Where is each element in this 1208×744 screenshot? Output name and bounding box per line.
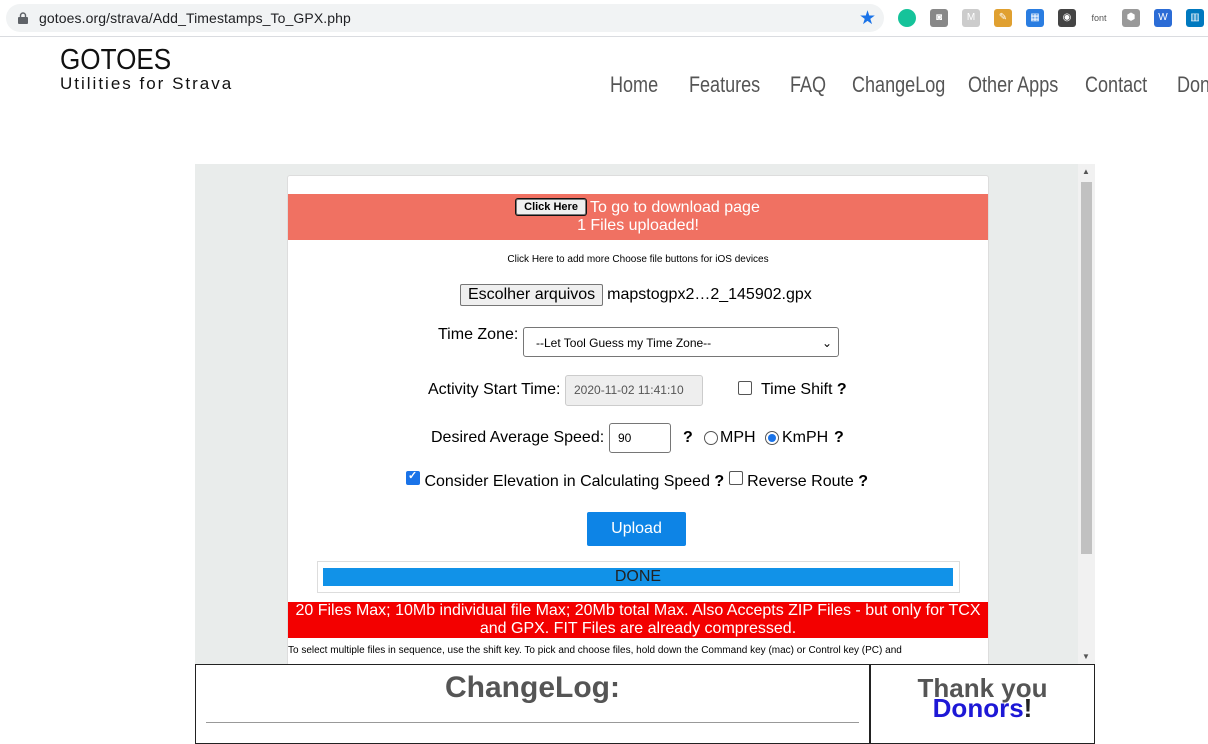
kmph-radio[interactable]	[765, 431, 779, 445]
blue-square-extension-icon[interactable]: ▦	[1026, 9, 1044, 27]
nav-contact[interactable]: Contact	[1085, 72, 1147, 98]
banner-text: To go to download page	[589, 199, 760, 216]
scroll-up-arrow-icon[interactable]: ▲	[1082, 167, 1090, 176]
paint-extension-icon[interactable]: ✎	[994, 9, 1012, 27]
nav-features[interactable]: Features	[689, 72, 760, 98]
mph-radio[interactable]	[704, 431, 718, 445]
file-limits-note: 20 Files Max; 10Mb individual file Max; …	[288, 602, 988, 638]
elevation-help-icon[interactable]: ?	[714, 473, 724, 490]
progress-bar: DONE	[323, 568, 953, 586]
unit-help-icon[interactable]: ?	[834, 429, 844, 447]
trello-icon[interactable]: ▥	[1186, 9, 1204, 27]
chevron-down-icon: ⌄	[821, 336, 832, 350]
mph-label: MPH	[720, 429, 756, 446]
url-text[interactable]: gotoes.org/strava/Add_Timestamps_To_GPX.…	[39, 10, 351, 26]
nav-home[interactable]: Home	[610, 72, 658, 98]
w-extension-icon[interactable]: W	[1154, 9, 1172, 27]
browser-toolbar: gotoes.org/strava/Add_Timestamps_To_GPX.…	[0, 0, 1208, 37]
upload-status-banner: Click Here To go to download page 1 Files…	[288, 194, 988, 240]
chosen-file-name: mapstogpx2…2_145902.gpx	[607, 286, 812, 303]
changelog-divider	[206, 722, 859, 723]
mask-extension-icon[interactable]: ◉	[1058, 9, 1076, 27]
timezone-label: Time Zone:	[438, 326, 519, 343]
site-logo[interactable]: GOTOES Utilities for Strava	[60, 44, 233, 92]
address-bar[interactable]: gotoes.org/strava/Add_Timestamps_To_GPX.…	[6, 4, 884, 32]
donors-panel: Thank you Donors!	[870, 664, 1095, 744]
donors-link[interactable]: Donors	[933, 693, 1024, 723]
elevation-label: Consider Elevation in Calculating Speed	[424, 473, 710, 490]
changelog-title: ChangeLog:	[445, 671, 620, 704]
upload-form-card: Click Here To go to download page 1 Files…	[287, 175, 989, 664]
m-extension-icon[interactable]: M	[962, 9, 980, 27]
timezone-selected-value: --Let Tool Guess my Time Zone--	[536, 336, 712, 350]
speed-help-icon[interactable]: ?	[683, 429, 693, 447]
logo-subtitle: Utilities for Strava	[60, 74, 234, 93]
nav-other-apps[interactable]: Other Apps	[968, 72, 1058, 98]
scrollbar-thumb[interactable]	[1081, 182, 1092, 554]
choose-files-button[interactable]: Escolher arquivos	[460, 284, 604, 306]
frame-scrollbar[interactable]: ▲ ▼	[1078, 164, 1095, 664]
nav-changelog[interactable]: ChangeLog	[852, 72, 945, 98]
scroll-down-arrow-icon[interactable]: ▼	[1082, 652, 1090, 661]
changelog-panel: ChangeLog:	[195, 664, 870, 744]
speed-input[interactable]: 90	[609, 423, 671, 453]
font-extension-icon[interactable]: font	[1090, 9, 1108, 27]
bookmark-star-icon[interactable]: ★	[859, 7, 876, 30]
nav-donate[interactable]: Dona	[1177, 72, 1208, 98]
hexagon-extension-icon[interactable]: ⬢	[1122, 9, 1140, 27]
progress-container: DONE	[317, 561, 960, 593]
logo-title: GOTOES	[60, 44, 172, 76]
elevation-checkbox[interactable]	[406, 469, 420, 485]
camera-icon[interactable]: ◙	[930, 9, 948, 27]
speed-label: Desired Average Speed:	[431, 429, 605, 446]
reverse-route-label: Reverse Route	[747, 473, 854, 490]
grammarly-icon[interactable]	[898, 9, 916, 27]
nav-faq[interactable]: FAQ	[790, 72, 826, 98]
tool-frame: Click Here To go to download page 1 Files…	[195, 164, 1095, 664]
time-shift-help-icon[interactable]: ?	[837, 381, 847, 398]
ios-add-buttons-link[interactable]: Click Here to add more Choose file butto…	[288, 254, 988, 265]
kmph-label: KmPH	[782, 429, 829, 446]
reverse-help-icon[interactable]: ?	[858, 473, 868, 490]
options-row: Consider Elevation in Calculating Speed …	[406, 469, 868, 491]
start-time-input[interactable]: 2020-11-02 11:41:10	[565, 375, 703, 406]
file-chooser-row: Escolher arquivos mapstogpx2…2_145902.gpx	[460, 284, 812, 306]
reverse-route-checkbox[interactable]	[728, 471, 743, 485]
timezone-select[interactable]: --Let Tool Guess my Time Zone-- ⌄	[523, 327, 839, 357]
upload-button[interactable]: Upload	[587, 512, 686, 546]
go-to-download-button[interactable]: Click Here	[516, 199, 586, 215]
thanks-exclamation: !	[1023, 693, 1033, 723]
files-uploaded-text: 1 Files uploaded!	[577, 217, 699, 234]
lock-icon[interactable]	[18, 12, 28, 24]
start-time-label: Activity Start Time:	[428, 381, 561, 398]
multi-select-note: To select multiple files in sequence, us…	[288, 645, 902, 656]
time-shift-label: Time Shift ?	[761, 381, 847, 398]
time-shift-checkbox[interactable]	[738, 381, 752, 395]
